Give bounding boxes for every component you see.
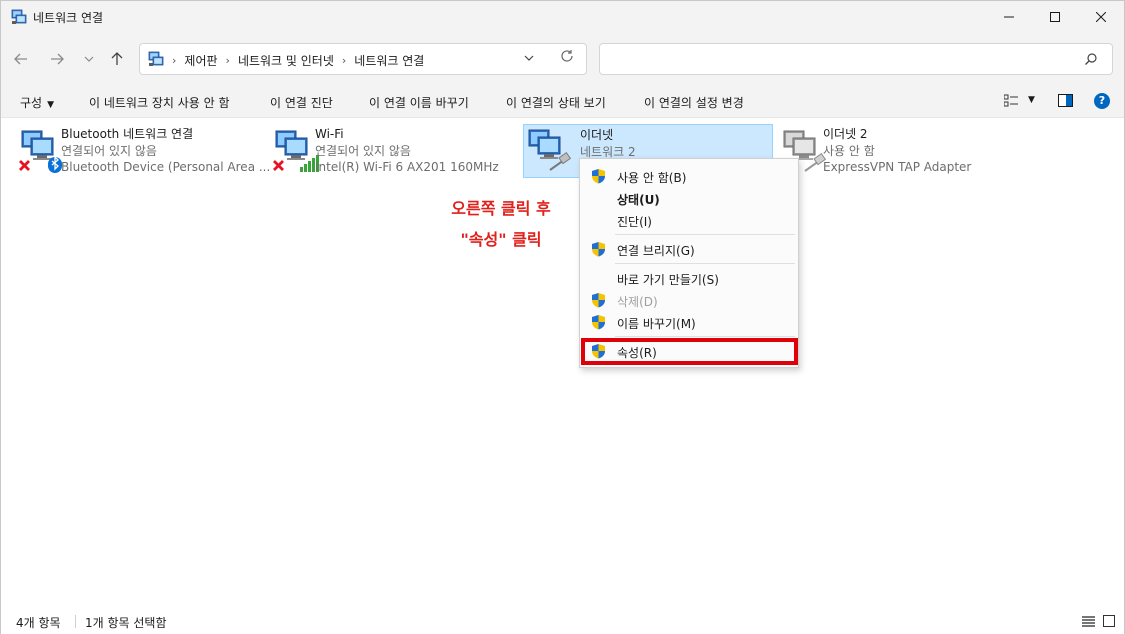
annotation-line-2: "속성" 클릭 <box>460 230 542 249</box>
window-title: 네트워크 연결 <box>33 11 104 25</box>
uac-shield-icon <box>592 315 605 330</box>
menu-separator <box>615 336 795 337</box>
help-icon[interactable]: ? <box>1094 93 1110 109</box>
organize-label: 구성 <box>20 96 43 110</box>
bluetooth-network-icon <box>19 130 62 173</box>
menu-item-label: 이름 바꾸기(M) <box>617 317 696 331</box>
uac-shield-icon <box>592 169 605 184</box>
maximize-button[interactable] <box>1032 1 1078 33</box>
arrow-up-icon <box>111 52 123 65</box>
network-connections-icon <box>11 9 27 24</box>
address-bar[interactable]: › 제어판 › 네트워크 및 인터넷 › 네트워크 연결 <box>139 43 587 75</box>
rename-button[interactable]: 이 연결 이름 바꾸기 <box>369 94 469 111</box>
breadcrumb-separator[interactable]: › <box>342 54 346 67</box>
connection-device: ExpressVPN TAP Adapter <box>823 160 972 174</box>
refresh-button[interactable] <box>560 49 574 67</box>
selected-count: 1개 항목 선택함 <box>85 616 167 630</box>
maximize-icon <box>1050 12 1060 22</box>
menu-item-label: 상태(U) <box>617 193 660 207</box>
connection-device: Intel(R) Wi-Fi 6 AX201 160MHz <box>315 160 499 174</box>
close-icon <box>1096 12 1106 22</box>
recent-locations-button[interactable] <box>77 47 101 71</box>
minimize-button[interactable] <box>986 1 1032 33</box>
connection-name: 이더넷 <box>580 128 614 142</box>
connection-info: 이더넷 네트워크 2 <box>580 127 636 160</box>
menu-item-label: 바로 가기 만들기(S) <box>617 273 719 287</box>
connection-item-ethernet-2[interactable]: 이더넷 2 사용 안 함 ExpressVPN TAP Adapter <box>767 124 1017 178</box>
back-button[interactable] <box>9 47 33 71</box>
connection-status: 사용 안 함 <box>823 143 875 158</box>
item-count: 4개 항목 <box>16 616 61 630</box>
menu-item-create-shortcut[interactable]: 바로 가기 만들기(S) <box>580 267 798 289</box>
breadcrumb-network-internet[interactable]: 네트워크 및 인터넷 <box>238 52 334 69</box>
breadcrumb-separator[interactable]: › <box>172 54 176 67</box>
menu-item-disable[interactable]: 사용 안 함(B) <box>580 165 798 187</box>
menu-item-rename[interactable]: 이름 바꾸기(M) <box>580 311 798 333</box>
command-bar: 구성 ▼ 이 네트워크 장치 사용 안 함 이 연결 진단 이 연결 이름 바꾸기… <box>1 85 1124 118</box>
view-status-button[interactable]: 이 연결의 상태 보기 <box>506 94 606 111</box>
breadcrumb-network-connections[interactable]: 네트워크 연결 <box>354 52 424 69</box>
title-bar: 네트워크 연결 <box>1 1 1124 33</box>
menu-separator <box>615 263 795 264</box>
control-panel-icon <box>148 51 164 66</box>
minimize-icon <box>1004 16 1014 18</box>
connection-info: Bluetooth 네트워크 연결 연결되어 있지 않음 Bluetooth D… <box>61 126 270 176</box>
caret-down-icon: ▼ <box>47 100 55 110</box>
annotation-line-1: 오른쪽 클릭 후 <box>451 199 551 218</box>
properties-highlight-box <box>581 338 798 365</box>
search-input[interactable] <box>599 43 1113 75</box>
connection-info: 이더넷 2 사용 안 함 ExpressVPN TAP Adapter <box>823 126 971 176</box>
status-divider <box>75 615 76 628</box>
details-view-icon[interactable] <box>1082 616 1095 627</box>
connection-name: Bluetooth 네트워크 연결 <box>61 127 194 141</box>
uac-shield-icon <box>592 293 605 308</box>
organize-menu[interactable]: 구성 ▼ <box>20 94 54 111</box>
connection-name: 이더넷 2 <box>823 127 868 141</box>
diagnose-button[interactable]: 이 연결 진단 <box>270 94 333 111</box>
breadcrumb-control-panel[interactable]: 제어판 <box>184 52 217 69</box>
connection-info: Wi-Fi 연결되어 있지 않음 Intel(R) Wi-Fi 6 AX201 … <box>315 126 499 176</box>
menu-item-bridge[interactable]: 연결 브리지(G) <box>580 238 798 260</box>
instruction-annotation: 오른쪽 클릭 후 "속성" 클릭 <box>421 193 581 255</box>
connection-status: 연결되어 있지 않음 <box>315 143 411 158</box>
menu-item-label: 삭제(D) <box>617 295 658 309</box>
connection-item-bluetooth[interactable]: Bluetooth 네트워크 연결 연결되어 있지 않음 Bluetooth D… <box>5 124 270 178</box>
menu-item-label: 연결 브리지(G) <box>617 244 695 258</box>
arrow-right-icon <box>51 53 64 65</box>
connection-name: Wi-Fi <box>315 127 344 141</box>
connection-device: Bluetooth Device (Personal Area ... <box>61 160 271 174</box>
breadcrumb-separator[interactable]: › <box>226 54 230 67</box>
menu-item-status[interactable]: 상태(U) <box>580 187 798 209</box>
forward-button[interactable] <box>45 47 69 71</box>
preview-pane-icon[interactable] <box>1058 94 1073 107</box>
refresh-icon <box>561 50 573 62</box>
connection-item-wifi[interactable]: Wi-Fi 연결되어 있지 않음 Intel(R) Wi-Fi 6 AX201 … <box>259 124 509 178</box>
ethernet-network-icon <box>528 129 572 171</box>
status-bar: 4개 항목 1개 항목 선택함 <box>1 609 1124 634</box>
menu-item-label: 진단(I) <box>617 215 652 229</box>
large-icons-view-icon[interactable] <box>1103 615 1115 627</box>
change-settings-button[interactable]: 이 연결의 설정 변경 <box>644 94 744 111</box>
chevron-down-icon <box>524 55 534 61</box>
connection-status: 연결되어 있지 않음 <box>61 143 157 158</box>
context-menu: 사용 안 함(B) 상태(U) 진단(I) 연결 브리지(G) 바로 가기 만들… <box>579 158 799 368</box>
wifi-network-icon <box>273 130 319 172</box>
view-options-icon[interactable] <box>1004 94 1018 108</box>
close-button[interactable] <box>1078 1 1124 33</box>
breadcrumb: › 제어판 › 네트워크 및 인터넷 › 네트워크 연결 <box>172 52 424 69</box>
network-connections-window: 네트워크 연결 › 제어판 › 네트워크 및 인터넷 › 네트워크 연결 구성 … <box>0 0 1125 634</box>
up-button[interactable] <box>105 47 129 71</box>
menu-item-label: 사용 안 함(B) <box>617 171 687 185</box>
search-icon <box>1085 53 1097 65</box>
menu-separator <box>615 234 795 235</box>
view-menu-caret-icon[interactable]: ▼ <box>1028 95 1035 105</box>
menu-item-delete[interactable]: 삭제(D) <box>580 289 798 311</box>
address-history-button[interactable] <box>524 51 534 64</box>
chevron-down-icon <box>84 56 94 62</box>
menu-item-diagnose[interactable]: 진단(I) <box>580 209 798 231</box>
arrow-left-icon <box>14 53 27 65</box>
disable-device-button[interactable]: 이 네트워크 장치 사용 안 함 <box>89 94 230 111</box>
address-row: › 제어판 › 네트워크 및 인터넷 › 네트워크 연결 <box>1 33 1124 85</box>
uac-shield-icon <box>592 242 605 257</box>
